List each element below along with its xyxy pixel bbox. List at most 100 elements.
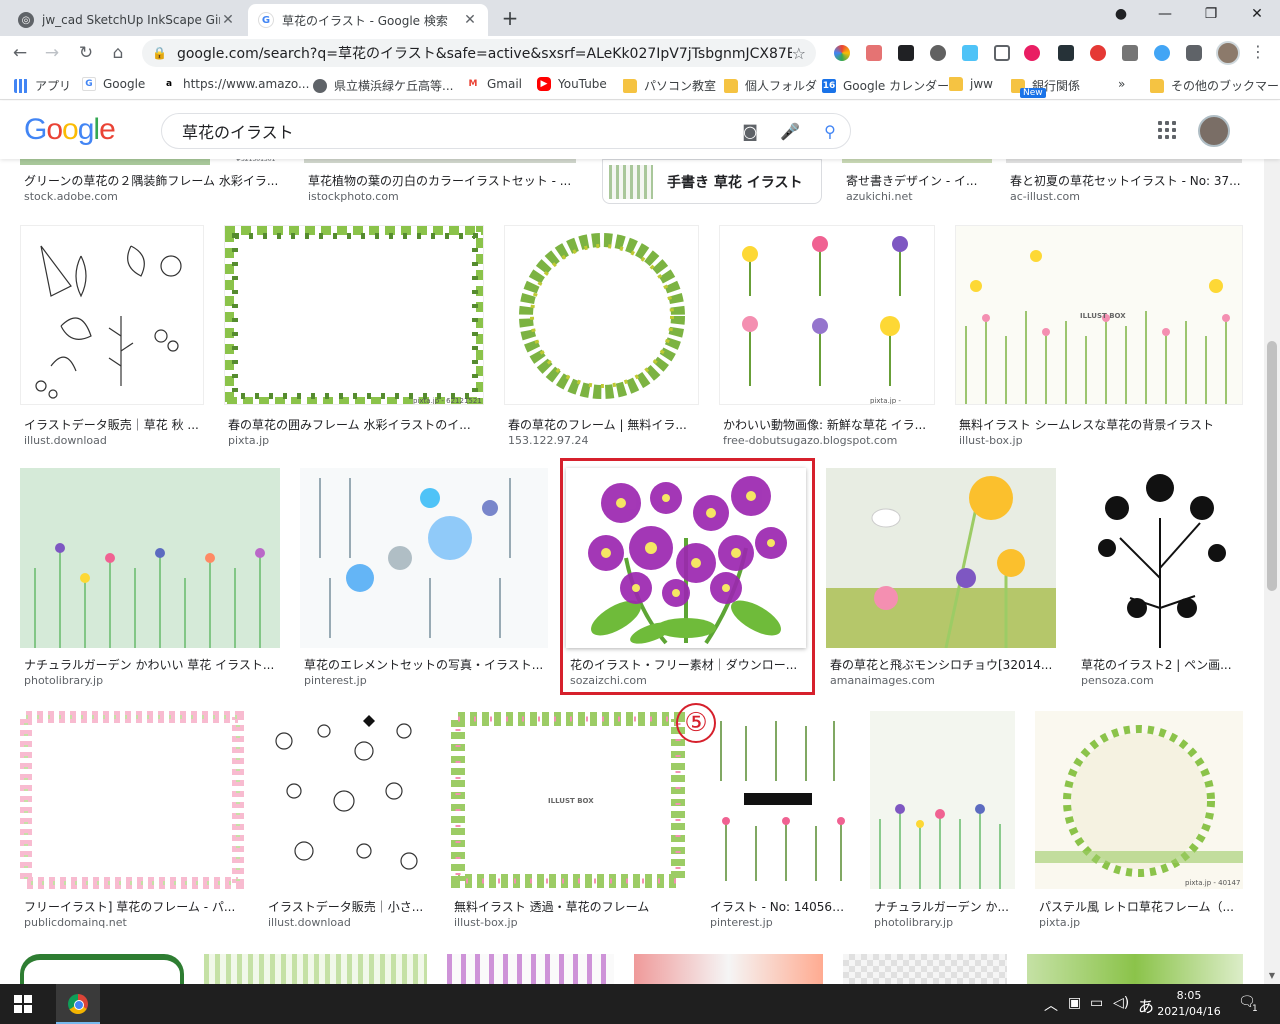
result-thumbnail[interactable]: [300, 468, 548, 648]
scroll-down-arrow-icon[interactable]: ▼: [1264, 971, 1280, 980]
result-thumbnail[interactable]: [1027, 954, 1243, 984]
image-result[interactable]: 春の草花のフレーム | 無料イラ... 153.122.97.24: [504, 225, 699, 447]
close-icon[interactable]: ✕: [462, 12, 478, 28]
pip-extension-icon[interactable]: [898, 45, 914, 61]
result-thumbnail[interactable]: [264, 711, 430, 889]
image-result[interactable]: [204, 954, 427, 984]
result-thumbnail[interactable]: ILLUST BOX: [450, 711, 686, 889]
profile-avatar[interactable]: [1216, 41, 1240, 65]
bookmark-folder-pc[interactable]: パソコン教室: [623, 77, 716, 94]
bookmark-folder-jww[interactable]: jww: [949, 77, 993, 91]
puzzle-icon[interactable]: [1186, 45, 1202, 61]
bookmark-folder-personal[interactable]: 個人フォルダ: [724, 77, 817, 94]
new-tab-button[interactable]: +: [498, 6, 522, 30]
restore-button[interactable]: ❐: [1196, 6, 1226, 22]
result-thumbnail[interactable]: [20, 225, 204, 405]
result-thumbnail[interactable]: [20, 468, 280, 648]
search-input[interactable]: 草花のイラスト ◙ 🎤 ⚲: [161, 113, 851, 149]
scrollbar-thumb[interactable]: [1267, 341, 1277, 591]
cloud-extension-icon[interactable]: [1154, 45, 1170, 61]
minimize-button[interactable]: —: [1150, 6, 1180, 22]
image-result[interactable]: ナチュラルガーデン かわいい 草花 イラスト... photolibrary.j…: [20, 468, 280, 688]
image-result[interactable]: pixta.jp - 40147 パステル風 レトロ草花フレーム（... pix…: [1035, 711, 1243, 931]
image-result[interactable]: pixta.jp - 62121521 春の草花の囲みフレーム 水彩イラストのイ…: [224, 225, 484, 447]
bookmark-youtube[interactable]: ▶ YouTube: [537, 77, 607, 91]
image-result[interactable]: イラストデータ販売｜草花 秋 ... illust.download: [20, 225, 204, 447]
close-icon[interactable]: ✕: [220, 12, 236, 28]
result-thumbnail[interactable]: [843, 954, 1007, 984]
google-apps-icon[interactable]: [1158, 121, 1176, 139]
bookmark-google[interactable]: G Google: [82, 77, 145, 91]
tools-extension-icon[interactable]: [930, 45, 946, 61]
result-thumbnail[interactable]: [634, 954, 823, 984]
taskbar-chrome-button[interactable]: [56, 984, 100, 1024]
ime-indicator[interactable]: あ: [1138, 993, 1154, 1017]
screenshot-extension-icon[interactable]: [866, 45, 882, 61]
menu-kebab-icon[interactable]: ⋮: [1248, 42, 1268, 61]
tray-chevron-icon[interactable]: ︿: [1044, 995, 1058, 1015]
result-thumbnail[interactable]: [20, 711, 244, 889]
bookmarks-overflow-button[interactable]: »: [1118, 77, 1125, 91]
image-result[interactable]: 春と初夏の草花セットイラスト - No: 37... ac-illust.com: [1006, 159, 1242, 209]
result-thumbnail[interactable]: pixta.jp - 40147: [1035, 711, 1243, 889]
tab-jwcad[interactable]: ◎ jw_cad SketchUp InkScape Gimp ✕: [8, 4, 246, 36]
image-result[interactable]: 春の草花と飛ぶモンシロチョウ[32014... amanaimages.com: [826, 468, 1056, 688]
image-result[interactable]: ILLUST BOX 無料イラスト シームレスな草花の背景イラスト illust…: [955, 225, 1243, 447]
google-logo[interactable]: Google: [24, 113, 116, 147]
result-thumbnail[interactable]: [20, 954, 184, 984]
reload-button[interactable]: ↻: [74, 41, 98, 65]
vivaldi-extension-icon[interactable]: [1090, 45, 1106, 61]
grammar-extension-icon[interactable]: [1122, 45, 1138, 61]
image-result[interactable]: [634, 954, 823, 984]
document-extension-icon[interactable]: [962, 45, 978, 61]
result-thumbnail[interactable]: [706, 711, 850, 889]
result-thumbnail[interactable]: [1077, 468, 1243, 648]
bookmark-apps[interactable]: アプリ: [14, 77, 71, 94]
image-result[interactable]: ナチュラルガーデン か... photolibrary.jp: [870, 711, 1015, 931]
image-result[interactable]: [843, 954, 1007, 984]
result-thumbnail[interactable]: [842, 159, 992, 163]
bookmark-amazon[interactable]: a https://www.amazo...: [162, 77, 309, 91]
tab-google-search[interactable]: G 草花のイラスト - Google 検索 ✕: [248, 4, 488, 36]
image-result[interactable]: 草花植物の葉の刃白のカラーイラストセット - ... istockphoto.c…: [304, 159, 576, 209]
page-scrollbar[interactable]: ▲ ▼: [1264, 101, 1280, 984]
microphone-icon[interactable]: 🎤: [770, 122, 810, 141]
image-result[interactable]: イラスト - No: 140565... pinterest.jp: [706, 711, 850, 931]
new-badge-extension-icon[interactable]: [1024, 45, 1040, 61]
image-result[interactable]: [1027, 954, 1243, 984]
bookmark-gmail[interactable]: M Gmail: [466, 77, 522, 91]
bookmark-calendar[interactable]: 16 Google カレンダー: [822, 77, 949, 94]
result-thumbnail[interactable]: [447, 954, 614, 984]
bookmark-school[interactable]: 県立横浜緑ケ丘高等...: [313, 77, 453, 94]
network-icon[interactable]: ▭: [1090, 995, 1103, 1011]
color-wheel-extension-icon[interactable]: [834, 45, 850, 61]
related-search-chip[interactable]: 手書き 草花 イラスト: [602, 159, 822, 204]
forward-button[interactable]: →: [40, 41, 64, 65]
reader-extension-icon[interactable]: [994, 45, 1010, 61]
bookmark-star-icon[interactable]: ☆: [792, 44, 806, 63]
bookmark-other[interactable]: その他のブックマーク: [1150, 77, 1280, 94]
image-result[interactable]: pixta.jp - 26569934 かわいい動物画像: 新鮮な草花 イラ..…: [719, 225, 935, 447]
volume-icon[interactable]: ◁): [1113, 995, 1129, 1011]
result-thumbnail[interactable]: [826, 468, 1056, 648]
result-thumbnail[interactable]: [304, 159, 576, 163]
image-result[interactable]: 草花のイラスト2 | ペン画... pensoza.com: [1077, 468, 1243, 688]
avatar[interactable]: [1198, 115, 1230, 147]
taskbar-clock[interactable]: 8:05 2021/04/16: [1156, 988, 1222, 1020]
tab-search-icon[interactable]: ●: [1106, 6, 1136, 22]
tray-device-icon[interactable]: ▣: [1068, 995, 1081, 1011]
image-result[interactable]: 草花のエレメントセットの写真・イラスト... pinterest.jp: [300, 468, 548, 688]
image-result[interactable]: イラストデータ販売｜小さ... illust.download: [264, 711, 430, 931]
camera-icon[interactable]: ◙: [730, 122, 770, 141]
home-button[interactable]: ⌂: [106, 41, 130, 65]
image-result[interactable]: 寄せ書きデザイン - イ... azukichi.net: [842, 159, 992, 209]
result-thumbnail[interactable]: [870, 711, 1015, 889]
result-thumbnail[interactable]: pixta.jp - 62121521: [224, 225, 484, 405]
address-bar[interactable]: 🔒 google.com/search?q=草花のイラスト&safe=activ…: [142, 39, 816, 67]
image-result[interactable]: ILLUST BOX 無料イラスト 透過・草花のフレーム illust-box.…: [450, 711, 686, 931]
result-thumbnail[interactable]: [204, 954, 427, 984]
back-button[interactable]: ←: [8, 41, 32, 65]
result-thumbnail[interactable]: ILLUST BOX: [955, 225, 1243, 405]
result-thumbnail[interactable]: [1006, 159, 1242, 163]
image-result[interactable]: [20, 954, 184, 984]
